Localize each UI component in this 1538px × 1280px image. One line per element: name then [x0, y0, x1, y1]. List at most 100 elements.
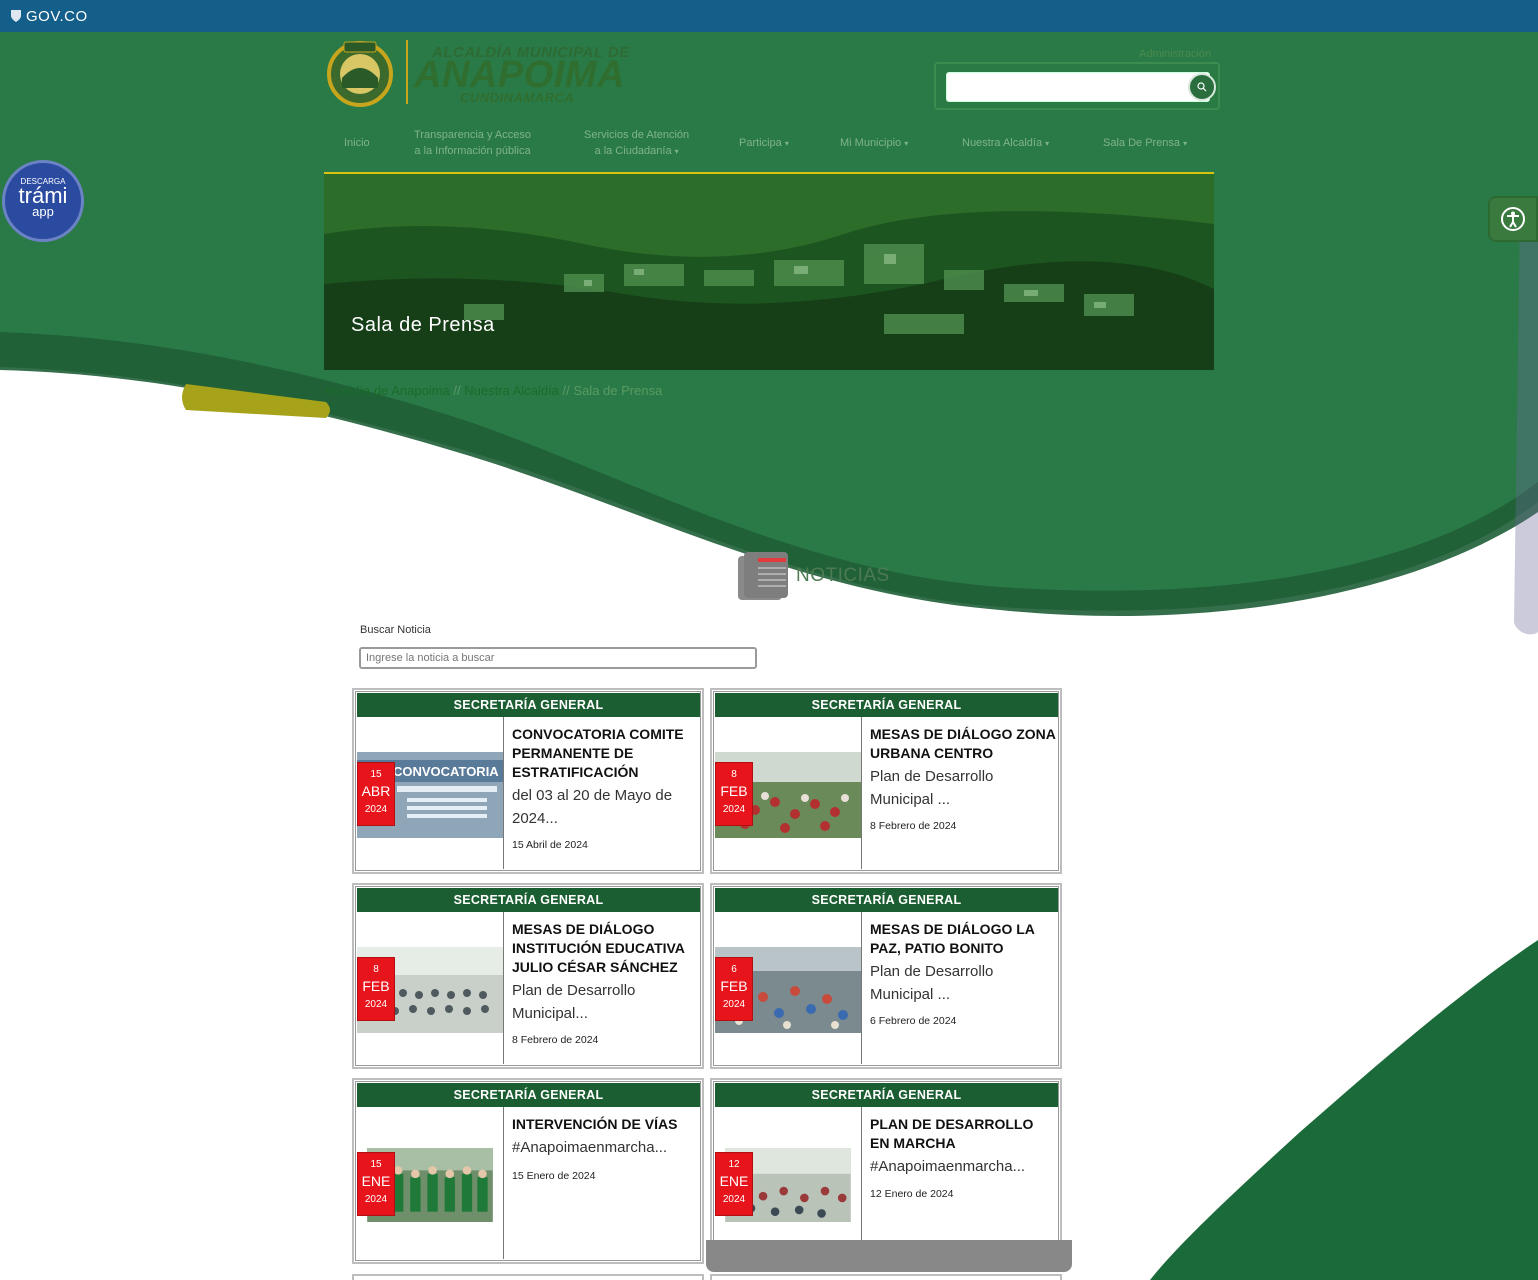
caret-down-icon: ▾ — [904, 139, 909, 148]
card-divider — [503, 1107, 504, 1259]
nav-item-label: Participa — [739, 137, 782, 149]
date-year: 2024 — [364, 1194, 388, 1205]
news-card[interactable]: SECRETARÍA GENERAL 12 ENE 2024 PLAN DE D… — [710, 1078, 1062, 1264]
logo-line-3: CUNDINAMARCA — [460, 90, 575, 105]
banner-title: Sala de Prensa — [351, 314, 495, 336]
date-month: FEB — [720, 783, 748, 799]
date-day: 8 — [731, 769, 737, 780]
site-search-input[interactable] — [946, 72, 1210, 102]
nav-item-label: Transparencia y Acceso — [414, 129, 531, 141]
caret-down-icon: ▾ — [1183, 139, 1188, 148]
news-card[interactable]: SECRETARÍA GENERAL CONVOCATORIA 15 ABR 2… — [352, 688, 704, 874]
date-badge: 15 ABR 2024 — [357, 762, 395, 826]
card-shadow-decoration — [706, 1240, 1072, 1272]
news-card[interactable]: SECRETARÍA GENERAL 15 ENE 2024 INTERVENC… — [352, 1078, 704, 1264]
date-badge: 6 FEB 2024 — [715, 957, 753, 1021]
card-divider — [503, 717, 504, 869]
card-date: 15 Enero de 2024 — [512, 1170, 596, 1182]
news-card-partial[interactable] — [710, 1274, 1062, 1280]
date-year: 2024 — [364, 804, 388, 815]
card-divider — [861, 1107, 862, 1259]
card-title[interactable]: MESAS DE DIÁLOGO LA PAZ, PATIO BONITO — [870, 920, 1056, 958]
news-section-heading: NOTICIAS — [736, 550, 890, 602]
card-title[interactable]: MESAS DE DIÁLOGO INSTITUCIÓN EDUCATIVA J… — [512, 920, 698, 977]
date-day: 6 — [731, 964, 737, 975]
news-card[interactable]: SECRETARÍA GENERAL 6 FEB 2024 MESAS DE D… — [710, 883, 1062, 1069]
accessibility-icon — [1501, 207, 1525, 231]
date-day: 15 — [370, 1159, 382, 1170]
date-month: ENE — [719, 1173, 749, 1189]
caret-down-icon: ▾ — [784, 139, 789, 148]
card-category: SECRETARÍA GENERAL — [357, 888, 700, 912]
nav-item-label-2: a la Ciudadanía — [594, 145, 672, 157]
card-photo-text: CONVOCATORIA — [393, 764, 499, 779]
nav-item-participa[interactable]: Participa ▾ — [739, 135, 789, 152]
nav-item-sala-de-prensa[interactable]: Sala De Prensa ▾ — [1103, 135, 1187, 152]
news-card[interactable]: SECRETARÍA GENERAL 8 FEB 2024 MESAS DE D… — [352, 883, 704, 1069]
breadcrumb-separator: // — [562, 383, 570, 398]
card-divider — [503, 912, 504, 1064]
news-search-input[interactable] — [359, 647, 757, 669]
tramiapp-label-2: trámi — [18, 183, 68, 208]
breadcrumb: Alcaldía de Anapoima // Nuestra Alcaldía… — [324, 383, 662, 398]
nav-item-label: Sala De Prensa — [1103, 137, 1181, 149]
date-year: 2024 — [722, 999, 746, 1010]
card-title[interactable]: PLAN DE DESARROLLO EN MARCHA — [870, 1115, 1056, 1153]
gov-co-bar[interactable]: GOV.CO — [0, 0, 1538, 32]
card-date: 12 Enero de 2024 — [870, 1188, 954, 1200]
card-category: SECRETARÍA GENERAL — [715, 888, 1058, 912]
card-title[interactable]: CONVOCATORIA COMITE PERMANENTE DE ESTRAT… — [512, 725, 698, 782]
card-date: 8 Febrero de 2024 — [512, 1034, 599, 1046]
card-category: SECRETARÍA GENERAL — [357, 693, 700, 717]
card-date: 8 Febrero de 2024 — [870, 820, 957, 832]
date-day: 8 — [373, 964, 379, 975]
card-date: 15 Abril de 2024 — [512, 839, 588, 851]
news-card-partial[interactable] — [352, 1274, 704, 1280]
nav-item-nuestra-alcaldia[interactable]: Nuestra Alcaldía ▾ — [962, 135, 1049, 152]
caret-down-icon: ▾ — [674, 147, 679, 156]
admin-link[interactable]: Administración — [1139, 48, 1211, 60]
date-month: FEB — [362, 978, 390, 994]
date-month: ABR — [361, 783, 391, 799]
date-day: 12 — [728, 1159, 740, 1170]
date-badge: 15 ENE 2024 — [357, 1152, 395, 1216]
breadcrumb-item[interactable]: Nuestra Alcaldía — [464, 383, 559, 398]
colombia-shield-icon — [11, 10, 21, 22]
news-search-label: Buscar Noticia — [360, 624, 431, 636]
card-description: Plan de Desarrollo Municipal ... — [870, 963, 994, 1003]
main-nav: Inicio Transparencia y Acceso a la Infor… — [324, 124, 1214, 172]
page-banner: Sala de Prensa — [324, 174, 1214, 370]
nav-item-label: Mi Municipio — [840, 137, 902, 149]
tramiapp-badge[interactable]: DESCARGA trámi app — [2, 160, 84, 242]
date-badge: 8 FEB 2024 — [357, 957, 395, 1021]
nav-item-servicios[interactable]: Servicios de Atención a la Ciudadanía ▾ — [584, 127, 689, 160]
date-badge: 12 ENE 2024 — [715, 1152, 753, 1216]
caret-down-icon: ▾ — [1045, 139, 1050, 148]
card-title[interactable]: MESAS DE DIÁLOGO ZONA URBANA CENTRO — [870, 725, 1056, 763]
site-search-button[interactable] — [1188, 73, 1216, 101]
card-category: SECRETARÍA GENERAL — [357, 1083, 700, 1107]
card-divider — [861, 717, 862, 869]
banner-town-image — [324, 174, 1214, 370]
date-year: 2024 — [722, 1194, 746, 1205]
tramiapp-label-3: app — [32, 204, 54, 219]
site-search — [934, 62, 1220, 110]
card-title[interactable]: INTERVENCIÓN DE VÍAS — [512, 1115, 698, 1134]
municipal-emblem-icon — [327, 41, 393, 107]
card-description: Plan de Desarrollo Municipal ... — [870, 768, 994, 808]
nav-item-label: Nuestra Alcaldía — [962, 137, 1043, 149]
card-divider — [861, 912, 862, 1064]
card-category: SECRETARÍA GENERAL — [715, 693, 1058, 717]
news-card[interactable]: SECRETARÍA GENERAL 8 FEB 2024 MESAS DE D… — [710, 688, 1062, 874]
date-month: FEB — [720, 978, 748, 994]
accessibility-button[interactable] — [1488, 196, 1538, 242]
nav-item-transparencia[interactable]: Transparencia y Acceso a la Información … — [414, 127, 531, 159]
card-description: del 03 al 20 de Mayo de 2024... — [512, 787, 673, 827]
breadcrumb-item[interactable]: Alcaldía de Anapoima — [324, 383, 450, 398]
alcaldia-logo[interactable]: ALCALDÍA MUNICIPAL DE ANAPOIMA CUNDINAMA… — [324, 38, 634, 110]
nav-item-mi-municipio[interactable]: Mi Municipio ▾ — [840, 135, 908, 152]
date-day: 15 — [370, 769, 382, 780]
calendar-icon — [738, 552, 788, 600]
nav-item-inicio[interactable]: Inicio — [344, 135, 370, 151]
breadcrumb-current: Sala de Prensa — [573, 383, 663, 398]
